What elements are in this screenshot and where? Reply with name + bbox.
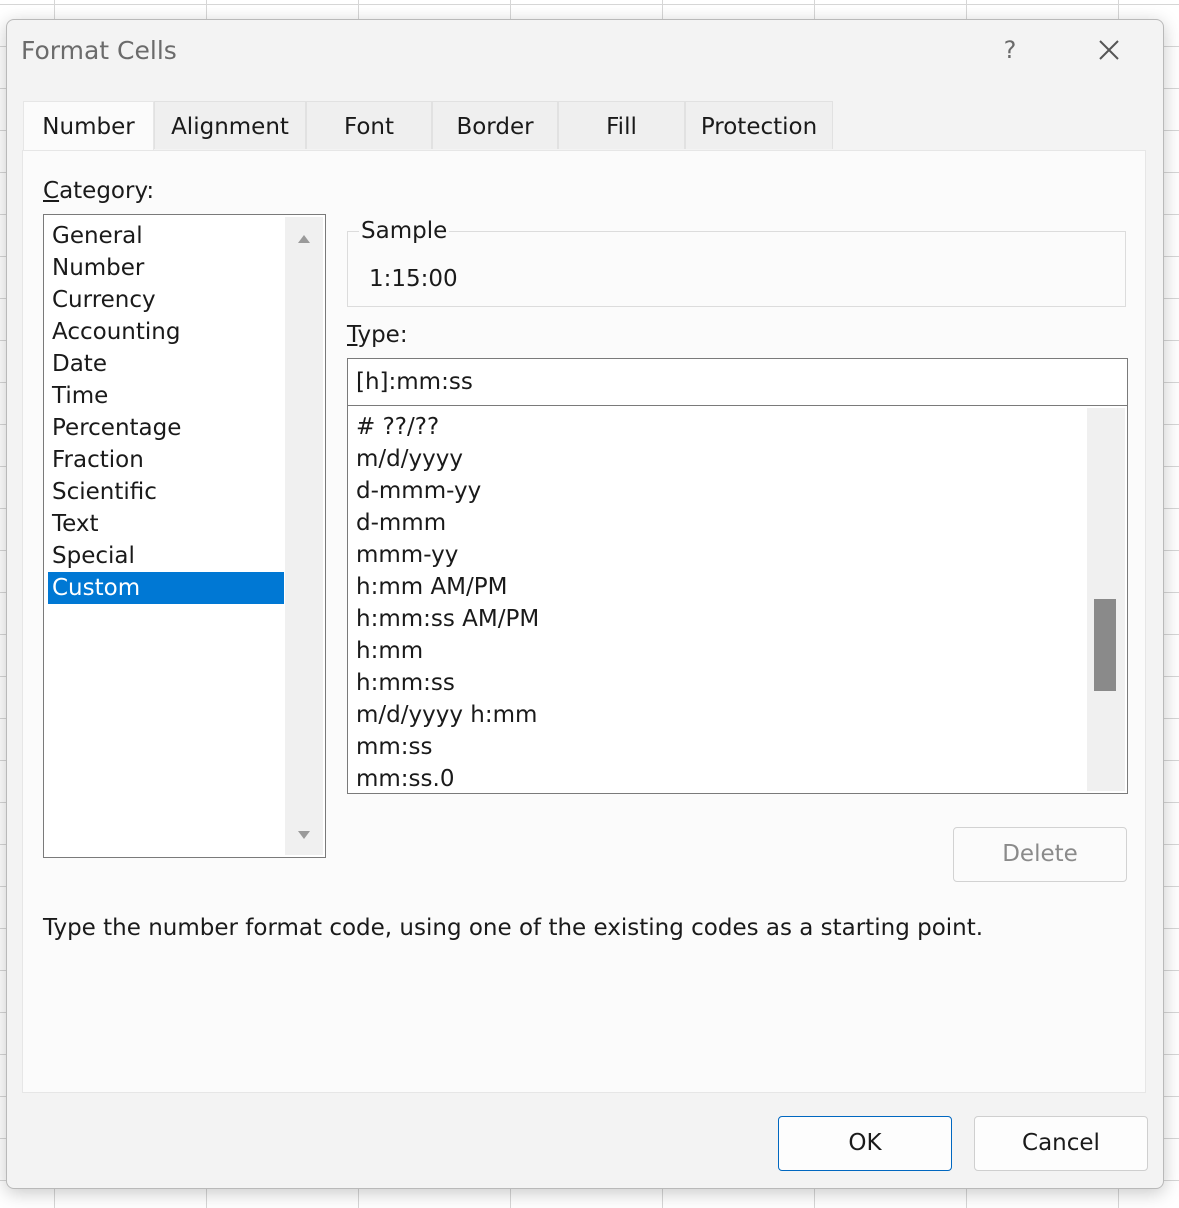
format-item[interactable]: h:mm xyxy=(356,635,423,667)
sample-label: Sample xyxy=(359,218,450,244)
format-item[interactable]: mm:ss.0 xyxy=(356,763,454,793)
category-item-number[interactable]: Number xyxy=(48,252,284,284)
cancel-button[interactable]: Cancel xyxy=(974,1116,1148,1171)
tab-number[interactable]: Number xyxy=(23,101,154,151)
format-item[interactable]: # ??/?? xyxy=(356,411,439,443)
type-input[interactable]: [h]:mm:ss xyxy=(347,358,1128,406)
format-item[interactable]: h:mm:ss AM/PM xyxy=(356,603,539,635)
category-label: Category: xyxy=(43,178,155,204)
format-item[interactable]: d-mmm-yy xyxy=(356,475,481,507)
category-item-custom[interactable]: Custom xyxy=(48,572,284,604)
category-item-general[interactable]: General xyxy=(48,220,284,252)
format-item[interactable]: m/d/yyyy h:mm xyxy=(356,699,537,731)
tab-protection[interactable]: Protection xyxy=(685,101,833,149)
scrollbar-thumb[interactable] xyxy=(1094,599,1116,691)
category-item-fraction[interactable]: Fraction xyxy=(48,444,284,476)
scroll-up-arrow-icon[interactable] xyxy=(298,235,310,243)
tab-strip: Number Alignment Font Border Fill Protec… xyxy=(23,101,833,151)
format-item[interactable]: d-mmm xyxy=(356,507,446,539)
format-item[interactable]: h:mm AM/PM xyxy=(356,571,508,603)
help-button[interactable]: ? xyxy=(992,32,1028,68)
close-icon xyxy=(1099,40,1119,60)
delete-button[interactable]: Delete xyxy=(953,827,1127,882)
sample-value: 1:15:00 xyxy=(369,266,458,292)
format-item[interactable]: m/d/yyyy xyxy=(356,443,463,475)
category-item-scientific[interactable]: Scientific xyxy=(48,476,284,508)
tab-font[interactable]: Font xyxy=(306,101,432,149)
sample-group xyxy=(347,231,1126,307)
format-item[interactable]: h:mm:ss xyxy=(356,667,455,699)
close-button[interactable] xyxy=(1089,32,1129,68)
tab-alignment[interactable]: Alignment xyxy=(154,101,306,149)
format-cells-dialog: Format Cells ? Number Alignment Font Bor… xyxy=(6,19,1164,1189)
category-item-currency[interactable]: Currency xyxy=(48,284,284,316)
category-item-percentage[interactable]: Percentage xyxy=(48,412,284,444)
category-item-special[interactable]: Special xyxy=(48,540,284,572)
type-label: Type: xyxy=(347,322,408,348)
format-item[interactable]: mmm-yy xyxy=(356,539,458,571)
ok-button[interactable]: OK xyxy=(778,1116,952,1171)
category-scrollbar[interactable] xyxy=(285,217,323,855)
hint-text: Type the number format code, using one o… xyxy=(43,915,984,941)
dialog-title: Format Cells xyxy=(21,36,177,65)
number-tab-panel: Category: General Number Currency Accoun… xyxy=(22,150,1146,1093)
category-item-time[interactable]: Time xyxy=(48,380,284,412)
format-item[interactable]: mm:ss xyxy=(356,731,433,763)
category-item-accounting[interactable]: Accounting xyxy=(48,316,284,348)
category-item-text[interactable]: Text xyxy=(48,508,284,540)
tab-fill[interactable]: Fill xyxy=(558,101,685,149)
type-format-list[interactable]: # ??/?? m/d/yyyy d-mmm-yy d-mmm mmm-yy h… xyxy=(347,405,1128,794)
category-item-date[interactable]: Date xyxy=(48,348,284,380)
tab-border[interactable]: Border xyxy=(432,101,558,149)
scroll-down-arrow-icon[interactable] xyxy=(298,831,310,839)
category-list[interactable]: General Number Currency Accounting Date … xyxy=(43,214,326,858)
type-scrollbar[interactable] xyxy=(1087,408,1125,791)
